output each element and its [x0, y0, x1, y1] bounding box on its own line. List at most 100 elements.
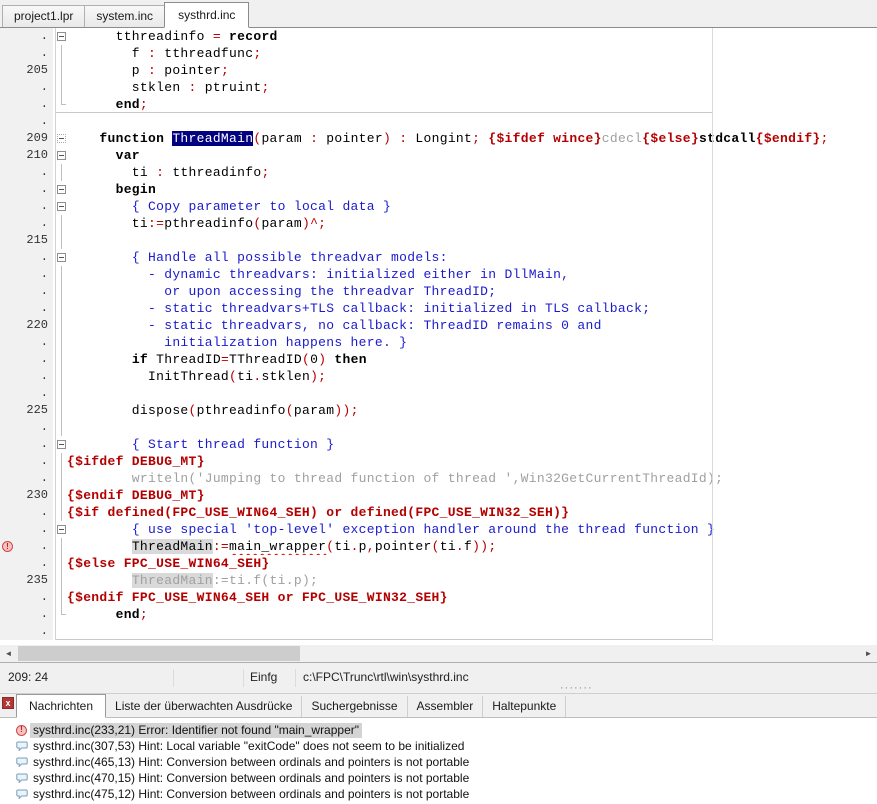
code-editor[interactable]: . tthreadinfo = record. f : tthreadfunc;… [0, 28, 877, 645]
messages-tab-nachrichten[interactable]: Nachrichten [16, 694, 106, 718]
code-line[interactable]: . writeln('Jumping to thread function of… [0, 470, 877, 487]
code-text[interactable]: or upon accessing the threadvar ThreadID… [67, 283, 877, 300]
code-text[interactable] [67, 232, 877, 249]
code-line[interactable]: . end; [0, 606, 877, 623]
code-line[interactable]: . or upon accessing the threadvar Thread… [0, 283, 877, 300]
scroll-left-button[interactable]: ◄ [0, 645, 17, 662]
message-row[interactable]: systhrd.inc(475,12) Hint: Conversion bet… [0, 786, 877, 802]
code-text[interactable]: { Handle all possible threadvar models: [67, 249, 877, 266]
code-text[interactable]: ti : tthreadinfo; [67, 164, 877, 181]
code-text[interactable]: if ThreadID=TThreadID(0) then [67, 351, 877, 368]
code-text[interactable]: - dynamic threadvars: initialized either… [67, 266, 877, 283]
code-text[interactable]: - static threadvars, no callback: Thread… [67, 317, 877, 334]
code-line[interactable]: . { Handle all possible threadvar models… [0, 249, 877, 266]
code-line[interactable]: . { use special 'top-level' exception ha… [0, 521, 877, 538]
splitter-grip-icon[interactable]: ······· [560, 683, 593, 693]
code-text[interactable]: {$else FPC_USE_WIN64_SEH} [67, 555, 877, 572]
editor-tab-system-inc[interactable]: system.inc [84, 5, 165, 27]
messages-tab-haltepunkte[interactable]: Haltepunkte [483, 696, 566, 717]
code-line[interactable]: 205 p : pointer; [0, 62, 877, 79]
code-line[interactable]: 210 var [0, 147, 877, 164]
code-line[interactable]: . begin [0, 181, 877, 198]
editor-tab-project1-lpr[interactable]: project1.lpr [2, 5, 85, 27]
code-text[interactable]: InitThread(ti.stklen); [67, 368, 877, 385]
code-text[interactable]: initialization happens here. } [67, 334, 877, 351]
code-line[interactable]: . ti:=pthreadinfo(param)^; [0, 215, 877, 232]
code-text[interactable]: end; [67, 606, 877, 623]
code-line[interactable]: . initialization happens here. } [0, 334, 877, 351]
code-text[interactable]: { Copy parameter to local data } [67, 198, 877, 215]
messages-tab-liste-der-berwachten-ausdr-cke[interactable]: Liste der überwachten Ausdrücke [106, 696, 302, 717]
code-text[interactable]: stklen : ptruint; [67, 79, 877, 96]
code-text[interactable]: f : tthreadfunc; [67, 45, 877, 62]
code-line[interactable]: . ti : tthreadinfo; [0, 164, 877, 181]
code-line[interactable]: . [0, 419, 877, 436]
code-text[interactable]: ti:=pthreadinfo(param)^; [67, 215, 877, 232]
fold-toggle-icon[interactable] [57, 525, 66, 534]
code-text[interactable]: { use special 'top-level' exception hand… [67, 521, 877, 538]
messages-tab-suchergebnisse[interactable]: Suchergebnisse [302, 696, 407, 717]
code-line[interactable]: . - static threadvars+TLS callback: init… [0, 300, 877, 317]
code-line[interactable]: . tthreadinfo = record [0, 28, 877, 45]
fold-toggle-icon[interactable] [57, 185, 66, 194]
code-line[interactable]: . end; [0, 96, 877, 113]
code-line[interactable]: 215 [0, 232, 877, 249]
code-text[interactable]: dispose(pthreadinfo(param)); [67, 402, 877, 419]
code-line[interactable]: . [0, 623, 877, 640]
code-text[interactable]: { Start thread function } [67, 436, 877, 453]
code-text[interactable] [67, 623, 877, 640]
fold-toggle-icon[interactable] [57, 202, 66, 211]
code-line[interactable]: 235 ThreadMain:=ti.f(ti.p); [0, 572, 877, 589]
code-line[interactable]: .{$ifdef DEBUG_MT} [0, 453, 877, 470]
fold-toggle-icon[interactable] [57, 32, 66, 41]
close-messages-button[interactable]: x [2, 697, 14, 709]
code-line[interactable]: . [0, 385, 877, 402]
code-line[interactable]: 225 dispose(pthreadinfo(param)); [0, 402, 877, 419]
message-row[interactable]: systhrd.inc(465,13) Hint: Conversion bet… [0, 754, 877, 770]
code-text[interactable]: tthreadinfo = record [67, 28, 877, 45]
code-line[interactable]: . { Copy parameter to local data } [0, 198, 877, 215]
code-line[interactable]: . [0, 113, 877, 130]
code-line[interactable]: .{$endif FPC_USE_WIN64_SEH or FPC_USE_WI… [0, 589, 877, 606]
scroll-right-button[interactable]: ► [860, 645, 877, 662]
code-text[interactable]: ThreadMain:=ti.f(ti.p); [67, 572, 877, 589]
code-text[interactable]: {$ifdef DEBUG_MT} [67, 453, 877, 470]
code-line[interactable]: . InitThread(ti.stklen); [0, 368, 877, 385]
code-line[interactable]: . if ThreadID=TThreadID(0) then [0, 351, 877, 368]
message-row[interactable]: !systhrd.inc(233,21) Error: Identifier n… [0, 722, 877, 738]
code-line[interactable]: 220 - static threadvars, no callback: Th… [0, 317, 877, 334]
code-text[interactable]: - static threadvars+TLS callback: initia… [67, 300, 877, 317]
code-line[interactable]: . - dynamic threadvars: initialized eith… [0, 266, 877, 283]
code-text[interactable]: {$endif FPC_USE_WIN64_SEH or FPC_USE_WIN… [67, 589, 877, 606]
code-line[interactable]: 209 function ThreadMain(param : pointer)… [0, 130, 877, 147]
code-text[interactable]: var [67, 147, 877, 164]
horizontal-scrollbar[interactable]: ◄ ► [0, 645, 877, 663]
messages-tab-assembler[interactable]: Assembler [408, 696, 484, 717]
code-text[interactable]: ThreadMain:=main_wrapper(ti.p,pointer(ti… [67, 538, 877, 555]
fold-toggle-icon[interactable] [57, 253, 66, 262]
scrollbar-thumb[interactable] [18, 646, 300, 661]
code-text[interactable]: end; [67, 96, 877, 113]
code-line[interactable]: !. ThreadMain:=main_wrapper(ti.p,pointer… [0, 538, 877, 555]
message-row[interactable]: systhrd.inc(307,53) Hint: Local variable… [0, 738, 877, 754]
code-line[interactable]: . f : tthreadfunc; [0, 45, 877, 62]
code-text[interactable]: begin [67, 181, 877, 198]
code-text[interactable] [67, 113, 877, 130]
fold-toggle-icon[interactable] [57, 151, 66, 160]
code-line[interactable]: . { Start thread function } [0, 436, 877, 453]
code-text[interactable]: function ThreadMain(param : pointer) : L… [67, 130, 877, 147]
code-text[interactable]: p : pointer; [67, 62, 877, 79]
code-line[interactable]: .{$else FPC_USE_WIN64_SEH} [0, 555, 877, 572]
code-line[interactable]: 230{$endif DEBUG_MT} [0, 487, 877, 504]
code-line[interactable]: . stklen : ptruint; [0, 79, 877, 96]
code-text[interactable] [67, 385, 877, 402]
message-row[interactable]: systhrd.inc(470,15) Hint: Conversion bet… [0, 770, 877, 786]
code-line[interactable]: .{$if defined(FPC_USE_WIN64_SEH) or defi… [0, 504, 877, 521]
editor-tab-systhrd-inc[interactable]: systhrd.inc [164, 2, 249, 28]
code-text[interactable]: {$endif DEBUG_MT} [67, 487, 877, 504]
code-text[interactable]: {$if defined(FPC_USE_WIN64_SEH) or defin… [67, 504, 877, 521]
code-text[interactable]: writeln('Jumping to thread function of t… [67, 470, 877, 487]
fold-toggle-icon[interactable] [57, 134, 66, 143]
code-text[interactable] [67, 419, 877, 436]
fold-toggle-icon[interactable] [57, 440, 66, 449]
